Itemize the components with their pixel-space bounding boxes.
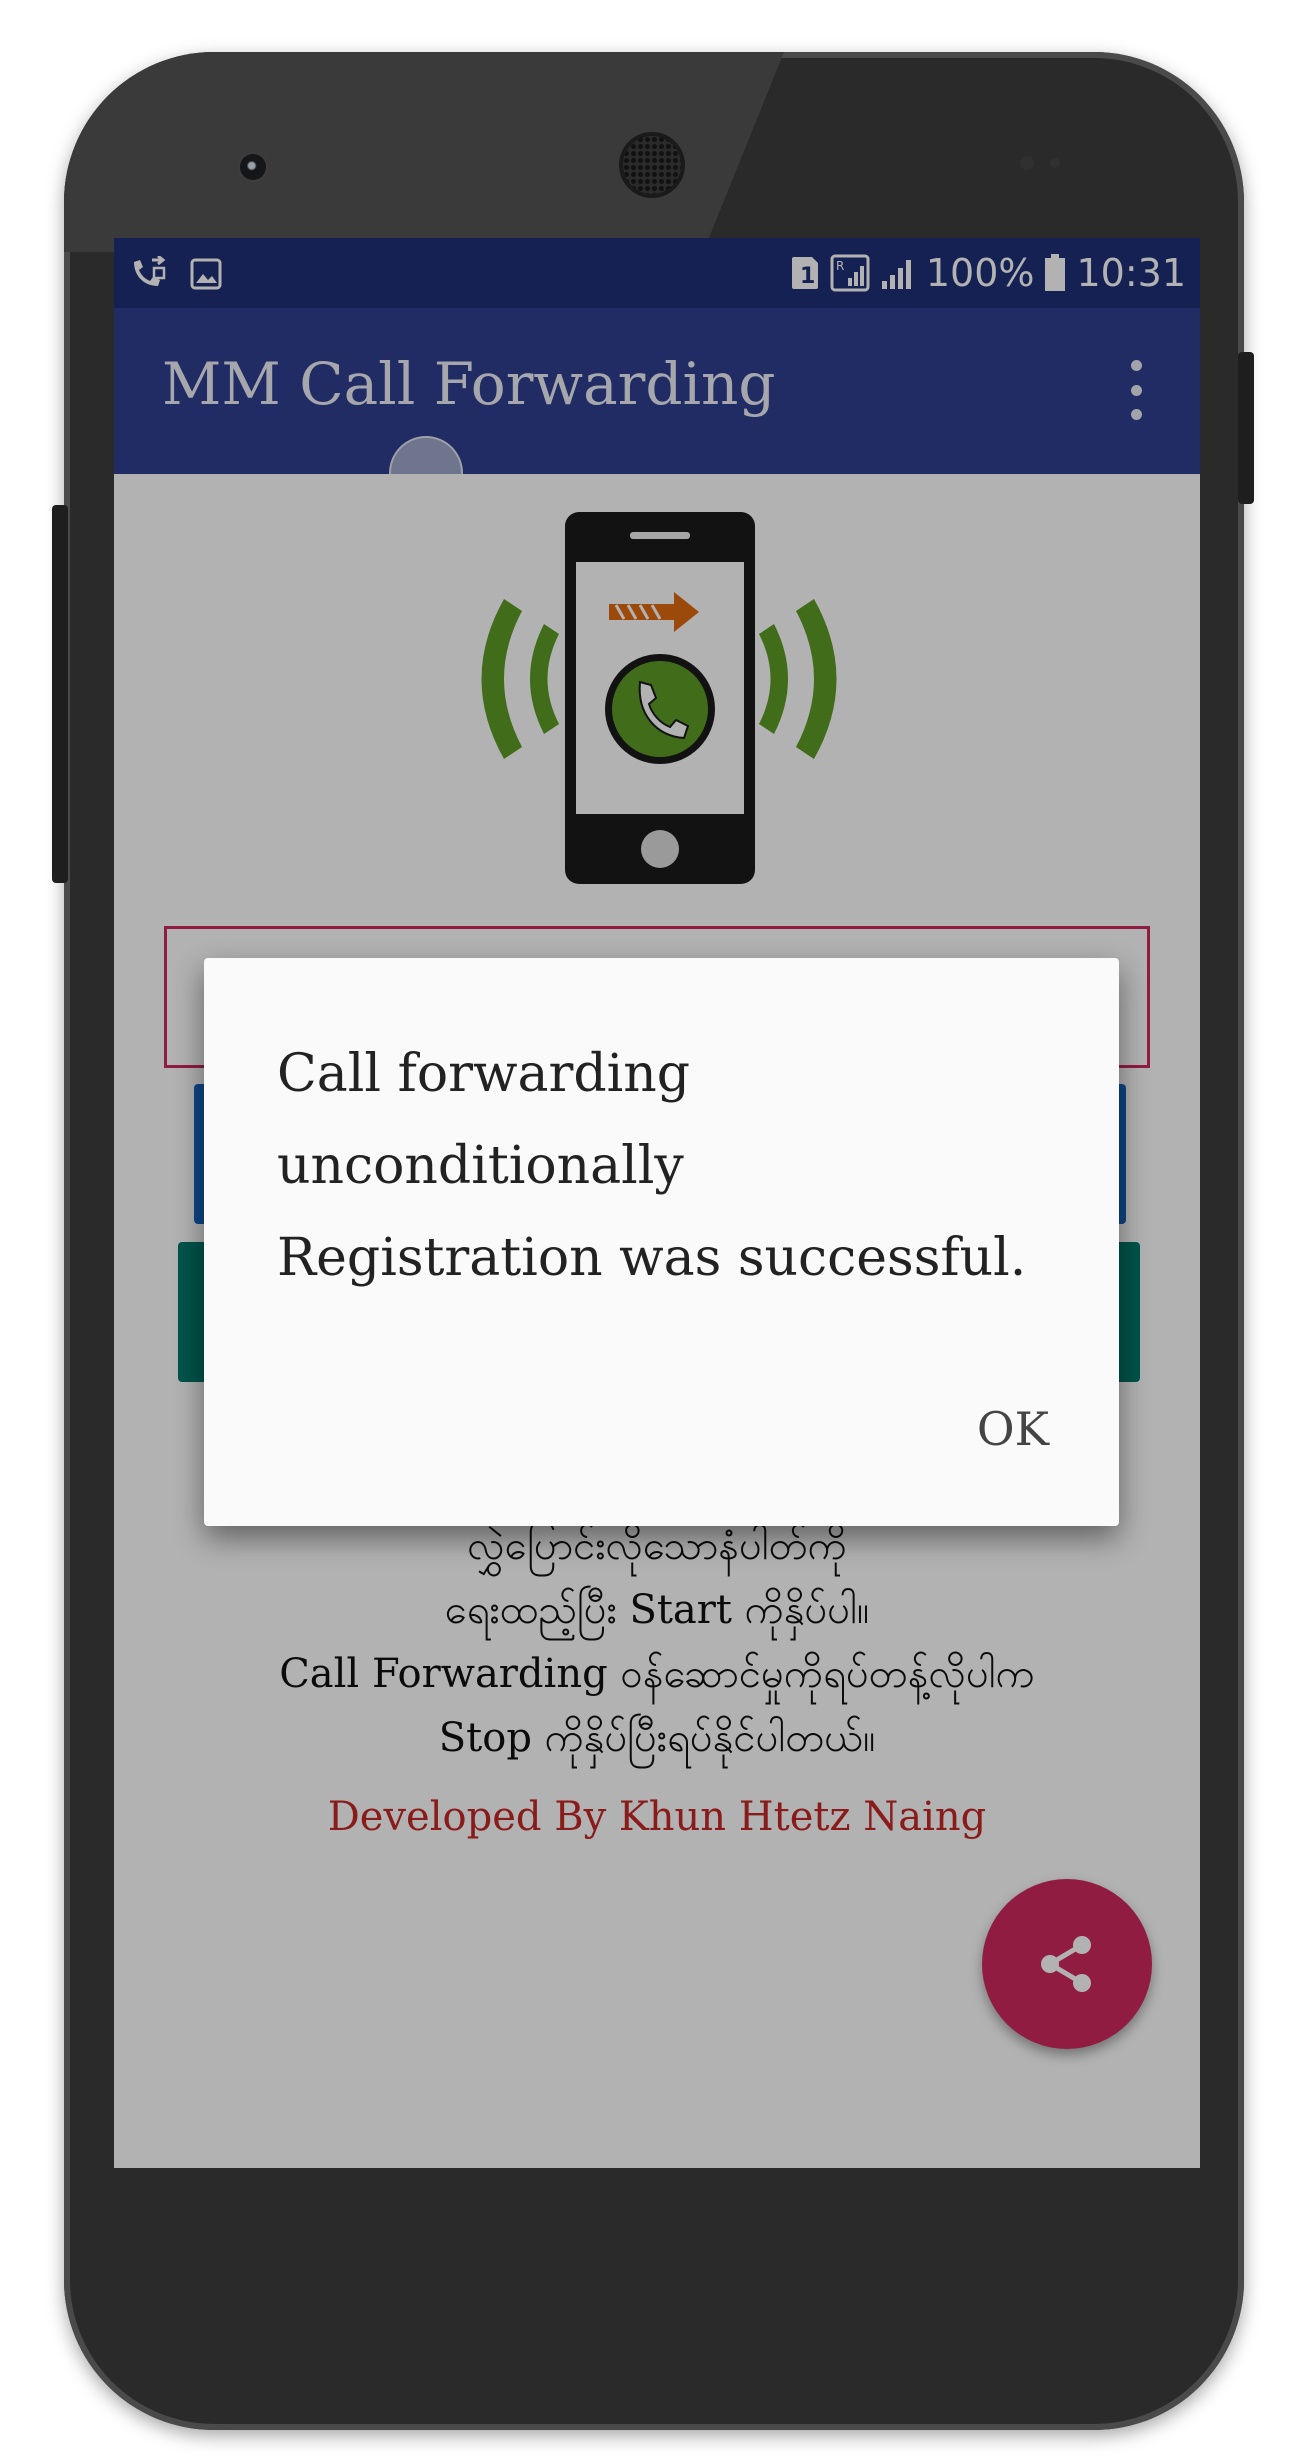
dialog-line-3: Registration was successful. bbox=[277, 1228, 1027, 1288]
power-button bbox=[1238, 352, 1254, 504]
success-dialog: Call forwarding unconditionally Registra… bbox=[204, 958, 1119, 1526]
ok-button[interactable]: OK bbox=[977, 1402, 1049, 1456]
dialog-line-1: Call forwarding bbox=[277, 1044, 691, 1104]
volume-button bbox=[52, 505, 68, 883]
proximity-sensor bbox=[1020, 156, 1034, 170]
screen: 1 R 100% 10:31 MM Call Forwarding လွှဲပြ… bbox=[114, 238, 1200, 2168]
earpiece-speaker bbox=[623, 136, 681, 194]
front-camera bbox=[240, 154, 266, 180]
dialog-message: Call forwarding unconditionally Registra… bbox=[277, 1028, 1057, 1304]
light-sensor bbox=[1050, 158, 1060, 168]
dialog-line-2: unconditionally bbox=[277, 1136, 684, 1196]
phone-chin bbox=[114, 2168, 1200, 2368]
